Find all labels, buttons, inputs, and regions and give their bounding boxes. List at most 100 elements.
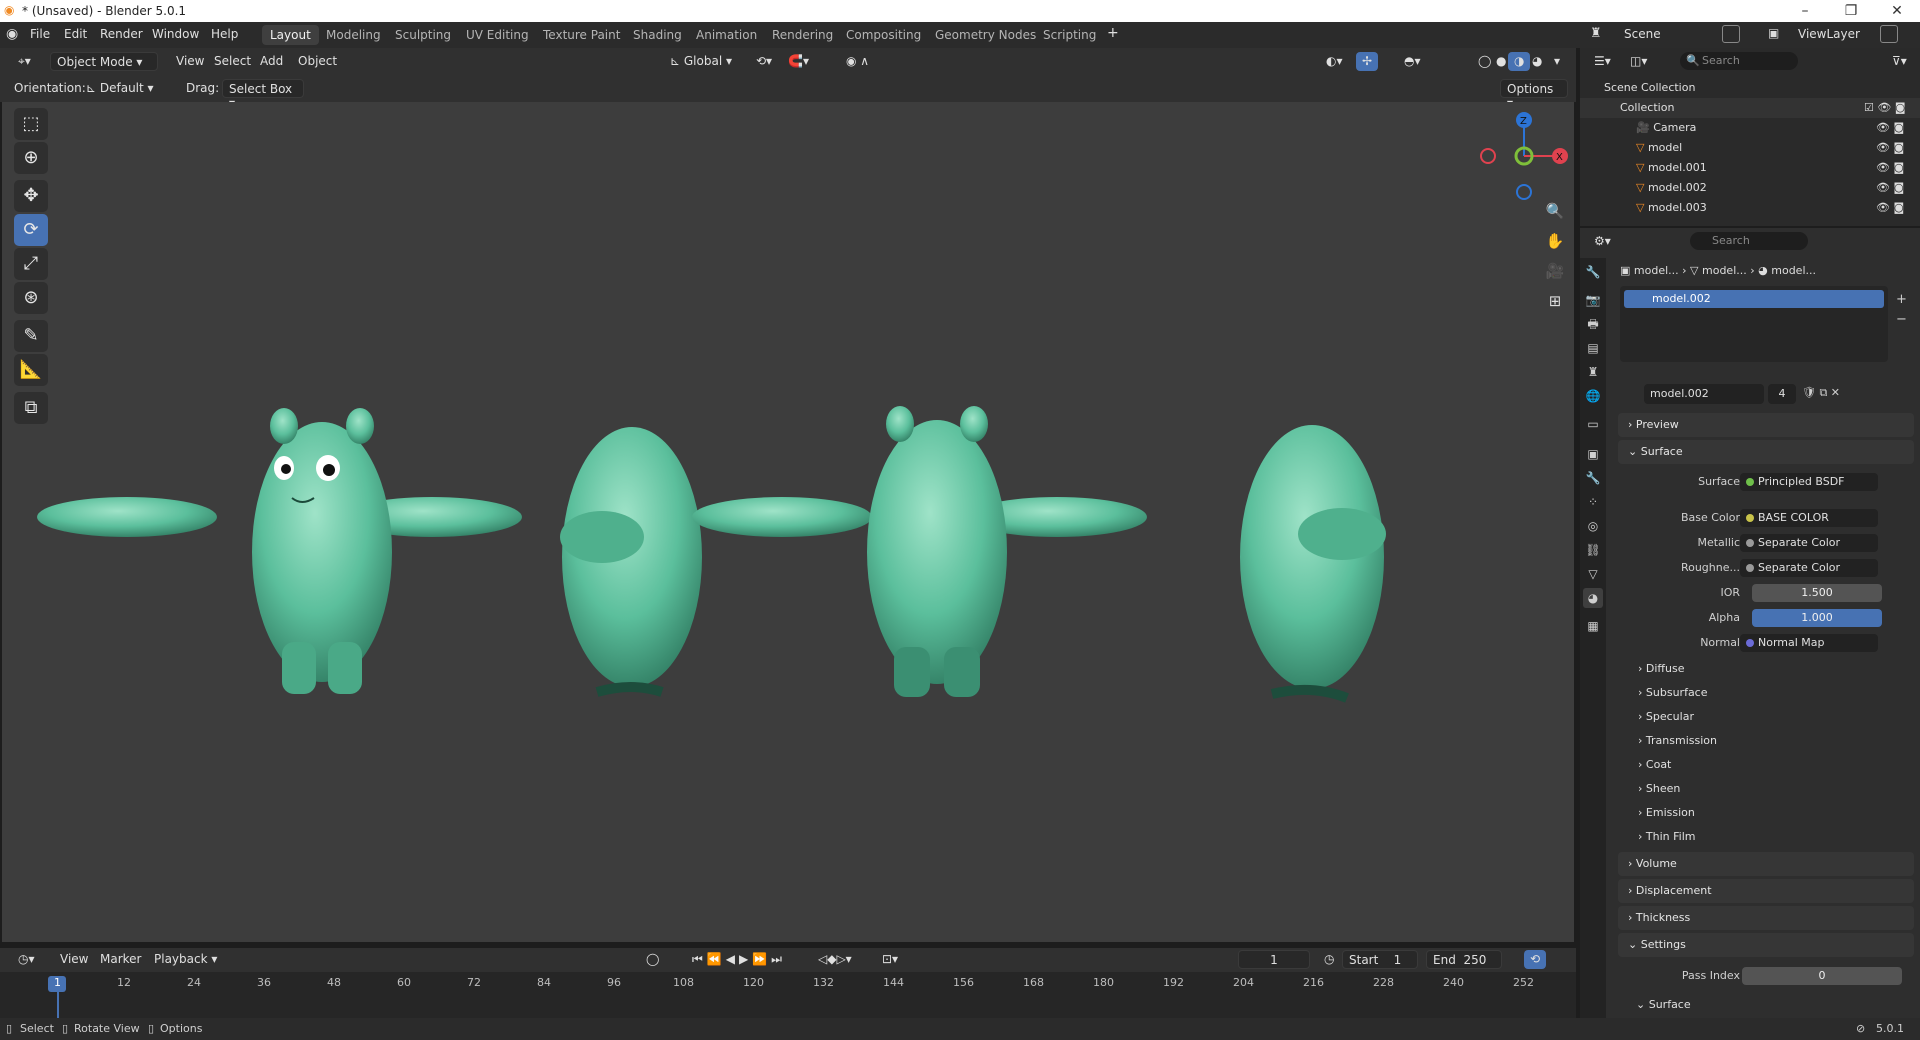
visibility-icon[interactable]: ◐▾ — [1320, 52, 1349, 71]
timeline-menu-marker[interactable]: Marker — [94, 950, 147, 969]
eye-icon[interactable]: 👁 ◙ — [1876, 178, 1904, 198]
close-button[interactable]: ✕ — [1874, 1, 1920, 21]
outliner-item-model-001[interactable]: ▽ model.001 👁 ◙ — [1580, 158, 1920, 178]
normal-field[interactable]: Normal Map — [1740, 634, 1878, 652]
tab-modeling[interactable]: Modeling — [318, 25, 389, 45]
tab-compositing[interactable]: Compositing — [838, 25, 929, 45]
gizmo-toggle-icon[interactable]: ✢ — [1356, 52, 1379, 71]
material-slot[interactable]: model.002 — [1624, 290, 1884, 308]
snap-icon[interactable]: 🧲▾ — [782, 52, 815, 71]
model-back[interactable] — [692, 406, 1147, 697]
rotate-tool-icon[interactable]: ⟳ — [14, 214, 48, 246]
roughness-field[interactable]: Separate Color — [1740, 559, 1878, 577]
tab-layout[interactable]: Layout — [262, 25, 319, 45]
collection-tab-icon[interactable]: ▭ — [1583, 414, 1603, 434]
tab-shading[interactable]: Shading — [625, 25, 690, 45]
texture-tab-icon[interactable]: ▦ — [1583, 616, 1603, 636]
panel-volume[interactable]: › Volume — [1618, 852, 1914, 876]
minimize-button[interactable]: – — [1782, 1, 1828, 21]
model-side[interactable] — [560, 427, 702, 697]
tool-tab-icon[interactable]: 🔧 — [1583, 262, 1603, 282]
timeline-area[interactable]: 1 12 24 36 48 60 72 84 96 108 120 132 14… — [0, 972, 1576, 1018]
viewport-menu-select[interactable]: Select — [208, 52, 257, 71]
tab-uv-editing[interactable]: UV Editing — [458, 25, 537, 45]
menu-help[interactable]: Help — [211, 27, 238, 41]
viewlayer-icon[interactable]: ▣ — [1768, 26, 1779, 40]
camera-view-icon[interactable]: 🎥 — [1542, 258, 1568, 284]
overlay-toggle-icon[interactable]: ◓▾ — [1398, 52, 1427, 71]
subpanel-sheen[interactable]: › Sheen — [1638, 782, 1680, 795]
eye-icon[interactable]: 👁 ◙ — [1876, 138, 1904, 158]
constraints-tab-icon[interactable]: ⛓ — [1583, 540, 1603, 560]
alpha-field[interactable]: 1.000 — [1752, 609, 1882, 627]
menu-render[interactable]: Render — [100, 27, 143, 41]
sync-icon[interactable]: ⟲ — [1524, 950, 1547, 969]
subpanel-specular[interactable]: › Specular — [1638, 710, 1694, 723]
render-tab-icon[interactable]: 📷 — [1583, 290, 1603, 310]
modifier-tab-icon[interactable]: 🔧 — [1583, 468, 1603, 488]
subpanel-subsurface[interactable]: › Subsurface — [1638, 686, 1708, 699]
subpanel-transmission[interactable]: › Transmission — [1638, 734, 1717, 747]
output-tab-icon[interactable]: 🖶 — [1583, 314, 1603, 334]
transform-tool-icon[interactable]: ⊛ — [14, 282, 48, 314]
3d-viewport[interactable]: ⬚ ⊕ ✥ ⟳ ⤢ ⊛ ✎ 📐 ⧉ Z X 🔍 ✋ 🎥 ⊞ — [2, 102, 1574, 942]
transform-orientation-dropdown[interactable]: ⊾ Global ▾ — [664, 52, 738, 71]
material-tab-icon[interactable]: ◕ — [1583, 588, 1603, 608]
proportional-edit-icon[interactable]: ◉ ∧ — [840, 52, 875, 71]
menu-edit[interactable]: Edit — [64, 27, 87, 41]
outliner-item-model[interactable]: ▽ model 👁 ◙ — [1580, 138, 1920, 158]
outliner-editor-icon[interactable]: ☰▾ — [1588, 52, 1617, 71]
cursor-tool-icon[interactable]: ⊕ — [14, 142, 48, 174]
keying-icon[interactable]: ⊡▾ — [876, 950, 904, 969]
subpanel-thin-film[interactable]: › Thin Film — [1638, 830, 1695, 843]
scale-tool-icon[interactable]: ⤢ — [14, 248, 48, 280]
material-users-count[interactable]: 4 — [1768, 384, 1796, 404]
clock-icon[interactable]: ◷ — [1318, 950, 1340, 969]
annotate-tool-icon[interactable]: ✎ — [14, 320, 48, 352]
data-tab-icon[interactable]: ▽ — [1583, 564, 1603, 584]
keyframe-nav-icon[interactable]: ◁◆▷▾ — [812, 950, 858, 969]
menu-file[interactable]: File — [30, 27, 50, 41]
rendered-shading-icon[interactable]: ◕ — [1526, 52, 1548, 71]
viewlayer-name[interactable]: ViewLayer — [1798, 27, 1860, 41]
subpanel-surface-settings[interactable]: ⌄ Surface — [1636, 998, 1691, 1011]
filter-icon[interactable]: ⊽▾ — [1886, 52, 1913, 71]
playback-controls[interactable]: ⏮⏪◀▶⏩⏭ — [686, 950, 792, 969]
particles-tab-icon[interactable]: ⁘ — [1583, 492, 1603, 512]
remove-slot-icon[interactable]: − — [1896, 312, 1907, 327]
maximize-button[interactable]: ❐ — [1828, 1, 1874, 21]
surface-shader-field[interactable]: Principled BSDF — [1740, 473, 1878, 491]
collection-row[interactable]: Collection ☑ 👁 ◙ — [1580, 98, 1920, 118]
object-tab-icon[interactable]: ▣ — [1583, 444, 1603, 464]
menu-window[interactable]: Window — [152, 27, 199, 41]
world-tab-icon[interactable]: 🌐 — [1583, 386, 1603, 406]
scene-name[interactable]: Scene — [1624, 27, 1661, 41]
shading-options-icon[interactable]: ▾ — [1548, 52, 1566, 71]
panel-displacement[interactable]: › Displacement — [1618, 879, 1914, 903]
eye-icon[interactable]: 👁 ◙ — [1876, 118, 1904, 138]
viewport-menu-view[interactable]: View — [170, 52, 210, 71]
viewport-menu-add[interactable]: Add — [254, 52, 289, 71]
panel-surface[interactable]: ⌄ Surface — [1618, 440, 1914, 464]
physics-tab-icon[interactable]: ◎ — [1583, 516, 1603, 536]
scene-icon[interactable]: ♜ — [1590, 26, 1602, 41]
playback-dropdown[interactable]: Playback ▾ — [148, 950, 223, 969]
pan-hand-icon[interactable]: ✋ — [1542, 228, 1568, 254]
ior-field[interactable]: 1.500 — [1752, 584, 1882, 602]
outliner-item-model-003[interactable]: ▽ model.003 👁 ◙ — [1580, 198, 1920, 218]
view-layer-tab-icon[interactable]: ▤ — [1583, 338, 1603, 358]
new-scene-icon[interactable] — [1722, 25, 1740, 43]
outliner-item-model-002[interactable]: ▽ model.002 👁 ◙ — [1580, 178, 1920, 198]
add-slot-icon[interactable]: + — [1896, 292, 1907, 307]
add-cube-tool-icon[interactable]: ⧉ — [14, 392, 48, 424]
timeline-editor-icon[interactable]: ◷▾ — [12, 950, 41, 969]
tab-sculpting[interactable]: Sculpting — [387, 25, 459, 45]
blender-menu-icon[interactable]: ◉ — [6, 26, 18, 42]
drag-dropdown[interactable]: Select Box ▾ — [222, 79, 304, 110]
tab-geometry-nodes[interactable]: Geometry Nodes — [927, 25, 1044, 45]
autokey-icon[interactable]: ◯ — [640, 950, 665, 969]
measure-tool-icon[interactable]: 📐 — [14, 354, 48, 386]
tab-scripting[interactable]: Scripting — [1035, 25, 1104, 45]
end-frame-field[interactable]: End 250 — [1426, 950, 1502, 969]
eye-icon[interactable]: 👁 ◙ — [1876, 158, 1904, 178]
